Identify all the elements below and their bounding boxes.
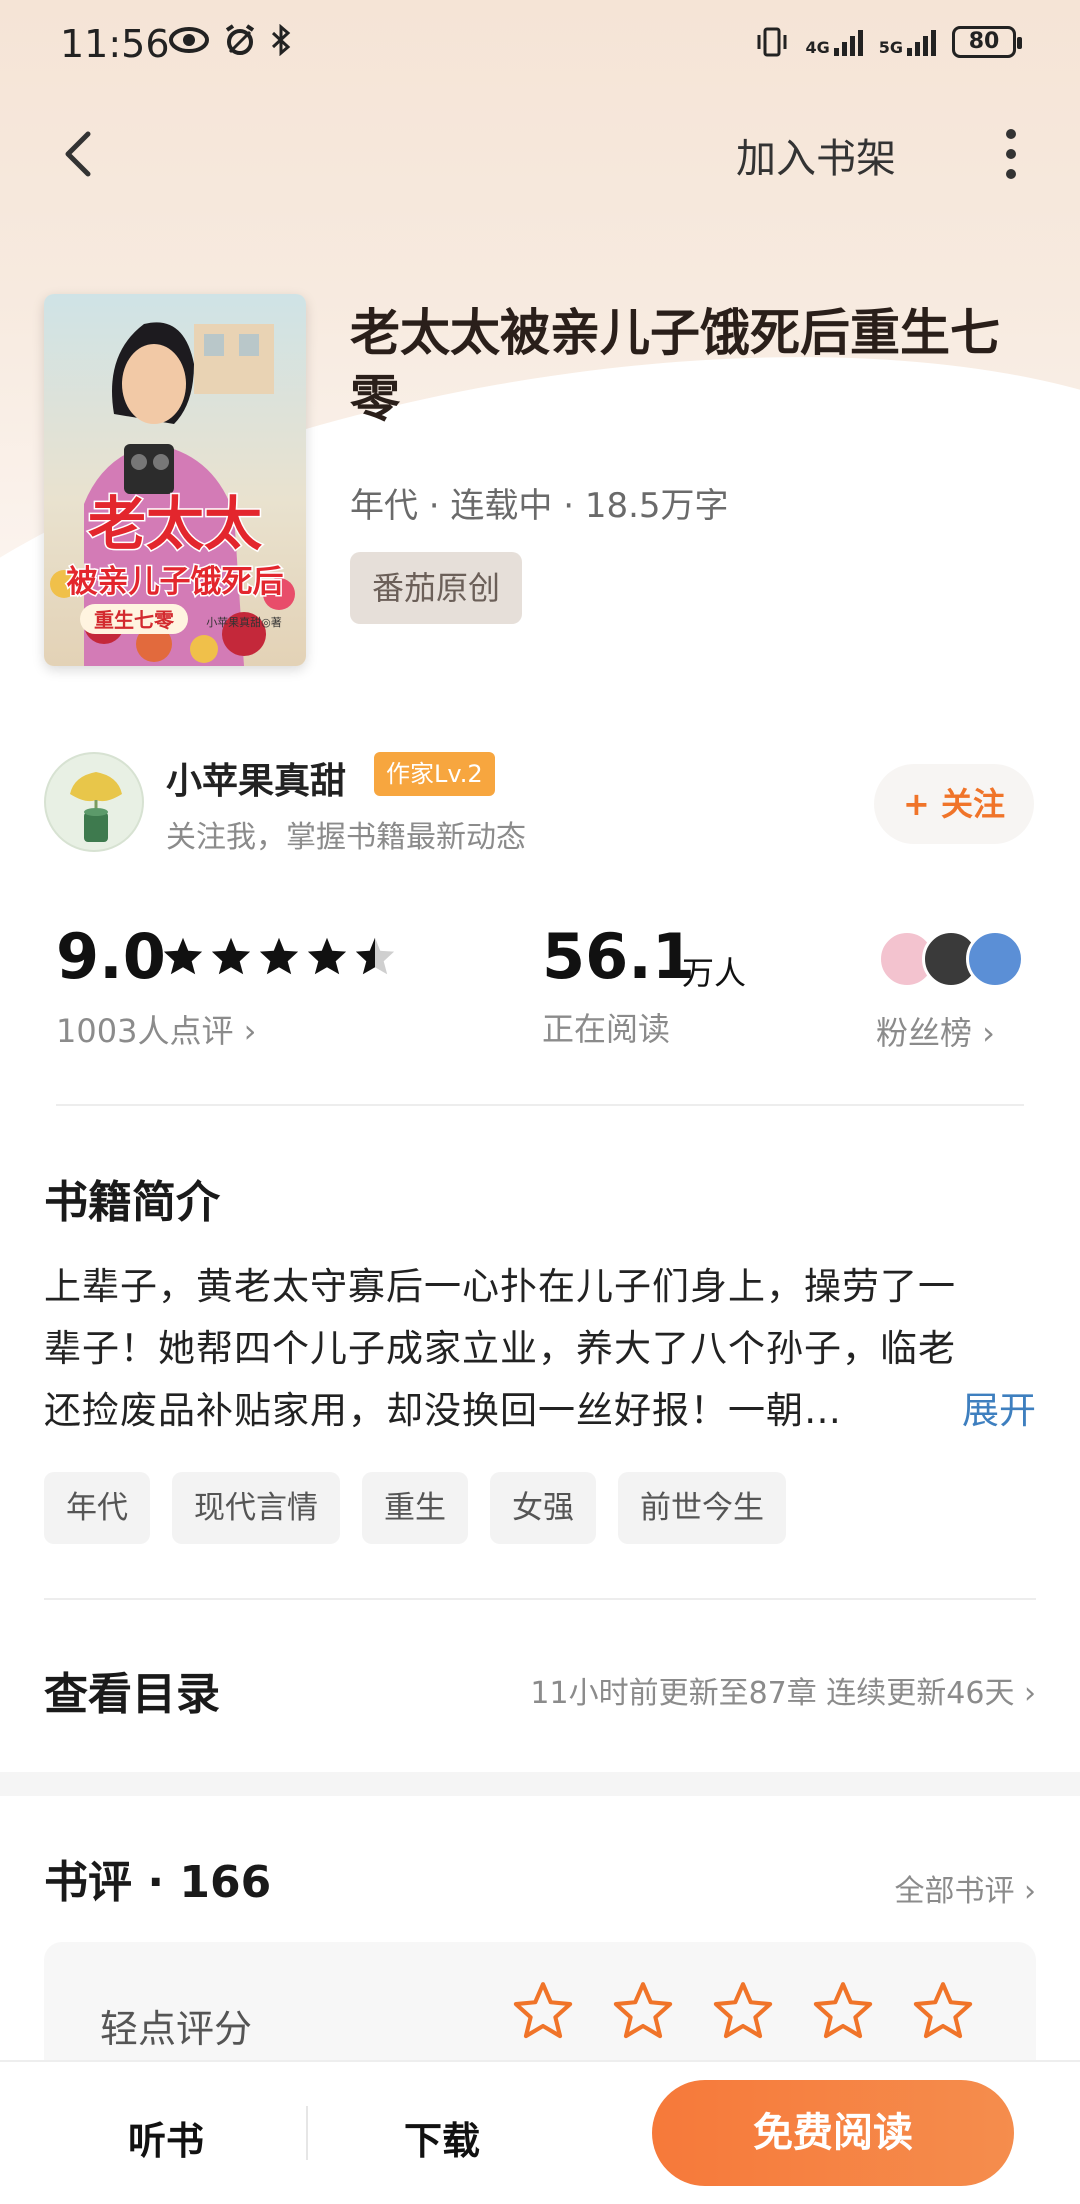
fan-avatars[interactable] [878,930,1026,990]
reviews-title: 书评 · 166 [44,1857,272,1908]
chevron-left-icon [65,131,91,177]
cover-title-line2: 被亲儿子饿死后 [67,564,284,600]
free-read-button[interactable]: 免费阅读 [652,2080,1014,2186]
genre-tag[interactable]: 现代言情 [172,1472,340,1544]
vibrate-icon [757,27,787,57]
more-button[interactable] [996,124,1026,184]
author-description: 关注我，掌握书籍最新动态 [166,820,526,855]
divider [44,1598,1036,1600]
listen-button[interactable]: 听书 [128,2110,204,2165]
status-bar: 11:56 4G 5G 80 [0,0,1080,90]
ginkgo-leaf-icon [70,772,122,842]
rating-value: 9.0 [56,920,166,993]
status-time: 11:56 [60,22,170,66]
genre-tag[interactable]: 重生 [362,1472,468,1544]
star-icon [163,937,203,975]
follow-button[interactable]: + 关注 [874,764,1034,844]
signal-4g-icon: 4G [805,28,863,56]
author-name[interactable]: 小苹果真甜 [166,752,346,804]
cover-title-line3: 重生七零 [94,608,175,632]
star-outline-icon[interactable] [912,1980,974,2040]
star-half-icon [355,937,395,975]
reading-unit: 万人 [682,954,747,992]
back-button[interactable] [52,124,112,184]
rate-label: 轻点评分 [100,2007,253,2051]
intro-text[interactable]: 上辈子，黄老太守寡后一心扑在儿子们身上，操劳了一 辈子！她帮四个儿子成家立业，养… [44,1256,1038,1442]
reading-label: 正在阅读 [542,1010,671,1048]
star-outline-icon[interactable] [612,1980,674,2040]
divider [56,1104,1024,1106]
rating-stars [162,936,396,976]
book-title: 老太太被亲儿子饿死后重生七零 [350,304,1000,428]
section-gap [0,1772,1080,1796]
genre-tag[interactable]: 年代 [44,1472,150,1544]
signal-5g-icon: 5G [879,28,936,56]
battery-indicator: 80 [952,26,1022,58]
star-icon [307,937,347,975]
cover-author: 小苹果真甜◎著 [206,615,282,629]
star-icon [211,937,251,975]
bluetooth-icon [271,24,291,56]
book-cover[interactable]: 老太太 被亲儿子饿死后 重生七零 小苹果真甜◎著 [44,294,306,666]
star-outline-icon[interactable] [512,1980,574,2040]
cover-title-line1: 老太太 [88,490,262,558]
rate-stars [512,1980,974,2040]
genre-tag[interactable]: 女强 [490,1472,596,1544]
eye-icon [169,27,209,53]
reading-count: 56.1 [542,920,695,993]
source-tag[interactable]: 番茄原创 [350,552,523,624]
more-vertical-icon [1006,129,1016,179]
alarm-icon [225,24,255,55]
author-avatar[interactable] [44,752,144,852]
divider [306,2106,308,2160]
fan-avatar [966,930,1024,988]
star-outline-icon[interactable] [812,1980,874,2040]
download-button[interactable]: 下载 [404,2110,480,2165]
star-outline-icon[interactable] [712,1980,774,2040]
genre-tag[interactable]: 前世今生 [618,1472,786,1544]
book-meta: 年代 · 连载中 · 18.5万字 [350,486,729,526]
fans-ranking-link[interactable]: 粉丝榜 › [876,1008,995,1054]
star-icon [259,937,299,975]
all-reviews-link[interactable]: 全部书评 › [894,1866,1036,1910]
catalog-title[interactable]: 查看目录 [44,1658,220,1722]
catalog-update-info[interactable]: 11小时前更新至87章 连续更新46天 › [530,1668,1036,1712]
genre-tags: 年代 现代言情 重生 女强 前世今生 [44,1472,786,1544]
intro-title: 书籍简介 [44,1177,220,1228]
author-level-badge: 作家Lv.2 [374,752,495,796]
rating-count-link[interactable]: 1003人点评 › [56,1006,256,1052]
book-cover-illustration: 老太太 被亲儿子饿死后 重生七零 小苹果真甜◎著 [44,294,306,666]
add-to-shelf-button[interactable]: 加入书架 [736,126,896,184]
expand-button[interactable]: 展开 [954,1380,1036,1442]
